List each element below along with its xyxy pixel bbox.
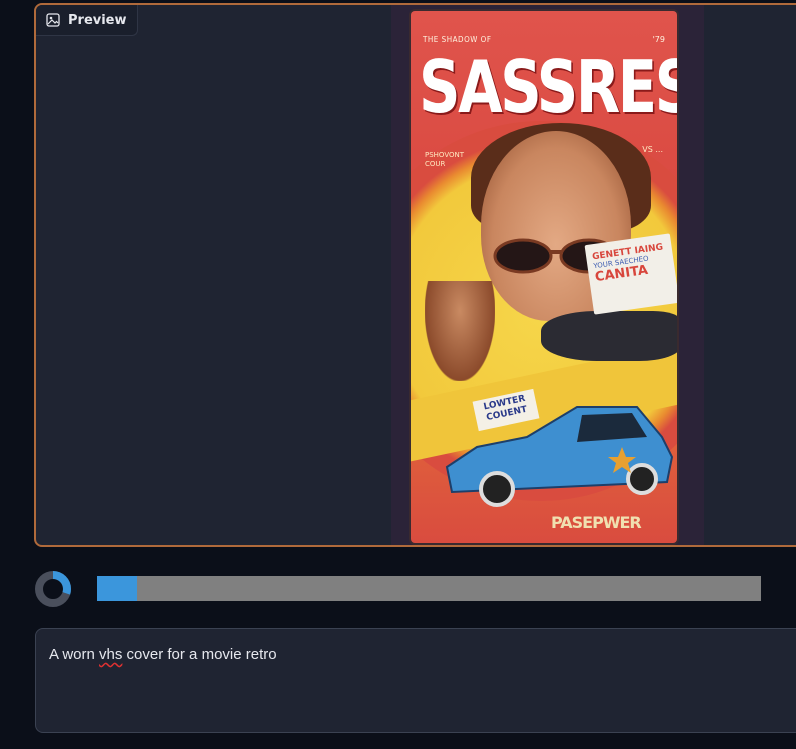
progress-bar-fill	[97, 576, 137, 601]
vhs-gun-graphic	[541, 311, 677, 361]
preview-label: Preview	[36, 5, 138, 36]
prompt-misspelled-word: vhs	[99, 646, 123, 663]
image-icon	[46, 13, 60, 27]
progress-bar	[97, 576, 761, 601]
vhs-cover: LOWTER COUENT THE SHADOW OF '79 SASSRES …	[411, 11, 677, 543]
prompt-text-end: cover for a movie retro	[122, 646, 277, 663]
vhs-sticker: GENETT IAING YOUR SAECHEO CANITA	[584, 233, 677, 315]
vhs-footer-logo: PASEPWER	[551, 513, 642, 532]
vhs-woman-graphic	[425, 281, 495, 381]
vhs-subtext-left: PSHOVONT COUR	[425, 151, 465, 168]
preview-label-text: Preview	[68, 12, 127, 28]
vhs-year: '79	[652, 35, 665, 44]
vhs-tagline: THE SHADOW OF	[423, 35, 492, 44]
generated-image[interactable]: LOWTER COUENT THE SHADOW OF '79 SASSRES …	[391, 5, 704, 545]
prompt-input[interactable]: A worn vhs cover for a movie retro	[35, 628, 796, 733]
vhs-title: SASSRES	[419, 45, 677, 129]
image-preview-panel: Preview LOWTER COUENT THE SHADOW OF '79 …	[34, 3, 796, 547]
vhs-subtext-right: VS ...	[642, 145, 663, 154]
vhs-car-graphic	[445, 406, 674, 507]
progress-spinner-icon	[34, 570, 72, 608]
prompt-text-start: A worn	[49, 646, 100, 663]
